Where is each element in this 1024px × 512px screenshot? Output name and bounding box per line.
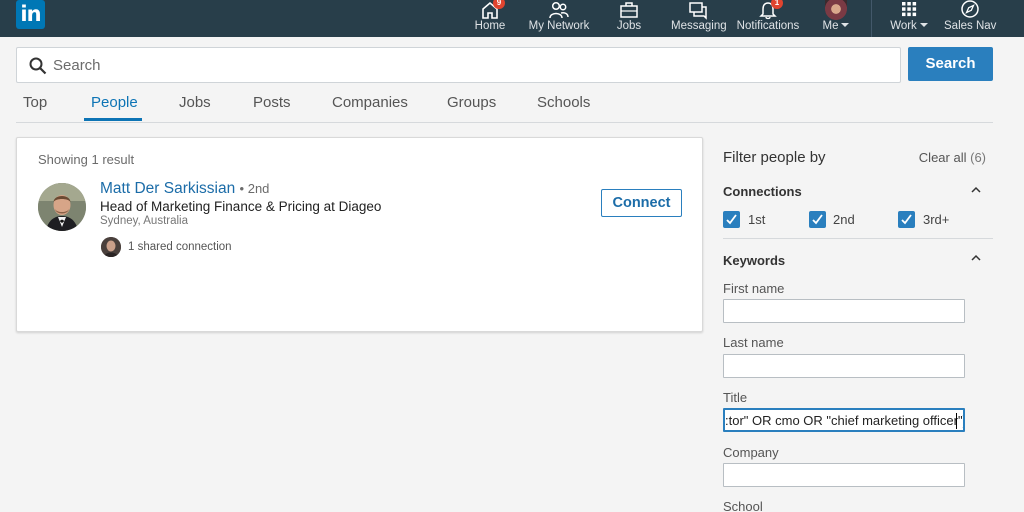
tab-jobs[interactable]: Jobs [179,94,211,111]
tab-companies[interactable]: Companies [332,94,408,111]
result-type-tabs: Top People Jobs Posts Companies Groups S… [16,88,993,123]
text-cursor [956,413,957,429]
first-name-field[interactable] [724,300,964,322]
result-location: Sydney, Australia [100,215,189,227]
section-divider [723,238,993,239]
school-label: School [723,499,763,512]
tab-posts[interactable]: Posts [253,94,291,111]
last-name-field-wrap [723,354,965,378]
first-name-field-wrap [723,299,965,323]
active-tab-indicator [84,118,142,121]
nav-messaging-label: Messaging [671,20,727,32]
last-name-field[interactable] [724,355,964,377]
title-field[interactable] [725,410,963,430]
first-name-label: First name [723,281,785,296]
checkmark-icon [812,214,823,225]
nav-messaging[interactable]: Messaging [671,0,727,37]
result-headline: Head of Marketing Finance & Pricing at D… [100,199,382,214]
nav-sales-nav-label: Sales Nav [944,20,997,32]
checkbox-2nd[interactable] [809,211,826,228]
nav-me[interactable]: Me [818,0,854,37]
last-name-label: Last name [723,335,784,350]
nav-notifications-label: Notifications [736,20,800,32]
chevron-up-icon[interactable] [971,185,981,195]
messaging-icon [689,2,707,20]
title-label: Title [723,390,748,405]
connections-section-title: Connections [723,184,802,199]
result-name-link[interactable]: Matt Der Sarkissian [100,180,235,197]
keywords-section-title: Keywords [723,253,786,268]
filter-title: Filter people by [723,149,826,166]
company-field[interactable] [724,464,964,486]
tab-top[interactable]: Top [23,94,47,111]
nav-home-label: Home [474,20,506,32]
profile-photo-icon [38,183,86,231]
search-button[interactable]: Search [908,47,993,81]
nav-my-network[interactable]: My Network [526,0,592,37]
avatar [825,0,847,20]
nav-work[interactable]: Work [886,0,932,37]
nav-work-label: Work [890,20,917,32]
profile-photo-icon [101,237,121,257]
chevron-down-icon [841,23,850,27]
avatar[interactable] [38,183,86,231]
filter-panel: Filter people by Clear all (6) Connectio… [723,137,993,512]
nav-me-label: Me [822,20,839,32]
checkbox-3rd-plus-label: 3rd+ [923,212,950,227]
linkedin-logo-icon[interactable]: in [16,0,45,29]
tab-schools[interactable]: Schools [537,94,590,111]
checkmark-icon [901,214,912,225]
company-field-wrap [723,463,965,487]
results-count: Showing 1 result [38,152,135,167]
top-nav: in 9 Home My Network Jobs Messaging 1 No… [0,0,1024,37]
clear-all-button[interactable]: Clear all (6) [919,150,986,165]
nav-work-label-wrap: Work [886,20,932,32]
checkbox-3rd-plus[interactable] [898,211,915,228]
connect-button[interactable]: Connect [601,189,682,217]
nav-me-label-wrap: Me [818,20,854,32]
clear-all-count: (6) [970,150,986,165]
title-field-wrap [723,408,965,432]
checkbox-2nd-label: 2nd [833,212,855,227]
tab-groups[interactable]: Groups [447,94,496,111]
connection-degree: • 2nd [239,181,270,196]
notifications-badge: 1 [771,0,783,9]
nav-jobs-label: Jobs [616,20,642,32]
shared-connection-link[interactable]: 1 shared connection [128,241,232,253]
checkbox-1st[interactable] [723,211,740,228]
grid-icon [902,2,917,17]
tab-people[interactable]: People [91,94,138,111]
nav-divider [871,0,872,37]
search-icon [29,57,47,75]
search-box [16,47,901,83]
checkbox-1st-label: 1st [748,212,766,227]
checkmark-icon [726,214,737,225]
clear-all-label: Clear all [918,150,967,165]
chevron-down-icon [919,23,928,27]
home-badge: 9 [493,0,505,9]
nav-notifications[interactable]: 1 Notifications [735,0,801,37]
nav-jobs[interactable]: Jobs [611,0,647,37]
nav-sales-nav[interactable]: Sales Nav [944,0,996,37]
search-input[interactable] [53,48,893,82]
nav-my-network-label: My Network [528,20,590,32]
results-card: Showing 1 result Matt Der Sarkissian • 2… [16,137,703,332]
people-icon [549,1,569,19]
compass-icon [961,0,979,18]
result-name-line: Matt Der Sarkissian • 2nd [100,180,269,198]
nav-home[interactable]: 9 Home [468,0,512,37]
chevron-up-icon[interactable] [971,253,981,263]
company-label: Company [723,445,779,460]
shared-connection-avatar[interactable] [101,237,121,257]
briefcase-icon [620,2,638,18]
